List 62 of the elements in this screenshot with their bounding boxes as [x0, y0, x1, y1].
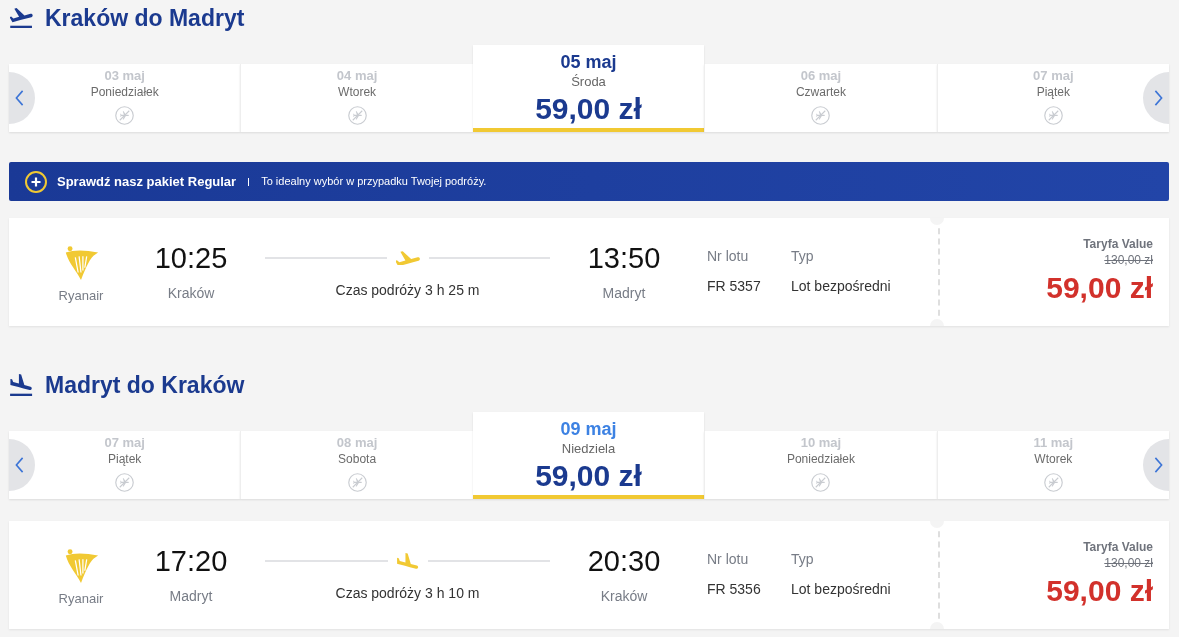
plane-takeoff-icon [395, 251, 420, 265]
crossed-plane-icon [347, 473, 367, 492]
fare-name: Taryfa Value [1083, 236, 1153, 252]
arrival-city: Madryt [602, 284, 646, 303]
crossed-plane-icon [115, 106, 135, 125]
plane-landing-icon [10, 374, 33, 396]
date-tab[interactable]: 03 maj Poniedziałek [9, 64, 241, 132]
airline-name: Ryanair [58, 590, 104, 608]
chevron-left-icon [15, 90, 24, 106]
flight-card[interactable]: Ryanair 10:25 Kraków Czas podróży 3 h 25 m 13:50 Madryt Nr lotu FR 5357 Typ Lot bezpośredni Taryfa Value 130,00 zł 59,00 zł [9, 218, 1169, 326]
route-title: Madryt do Kraków [45, 370, 245, 400]
flight-card[interactable]: Ryanair 17:20 Madryt Czas podróży 3 h 10 m 20:30 Kraków Nr lotu FR 5356 Typ Lot bezpośredni Taryfa Value 130,00 zł 59,00 zł [9, 521, 1169, 629]
fare-price: 59,00 zł [1046, 270, 1153, 306]
banner-text: To idealny wybór w przypadku Twojej podróży. [261, 174, 487, 190]
route-title: Kraków do Madryt [45, 3, 245, 33]
arrival-city: Kraków [600, 587, 648, 606]
date-tab[interactable]: 09 maj Niedziela 59,00 zł [472, 412, 705, 499]
departure-time: 17:20 [154, 545, 228, 577]
crossed-plane-icon [1043, 473, 1063, 492]
flight-type-label: Typ [791, 247, 814, 266]
ticket-notch [930, 319, 944, 326]
flight-duration: Czas podróży 3 h 10 m [335, 584, 480, 603]
date-tab[interactable]: 06 maj Czwartek [704, 64, 937, 132]
departure-time: 10:25 [154, 242, 228, 274]
flight-type: Lot bezpośredni [791, 580, 891, 599]
flight-number-label: Nr lotu [707, 550, 749, 569]
date-tab[interactable]: 04 maj Wtorek [240, 64, 473, 132]
promo-banner[interactable]: Sprawdź nasz pakiet Regular To idealny wybór w przypadku Twojej podróży. [9, 162, 1169, 201]
departure-city: Kraków [167, 284, 215, 303]
crossed-plane-icon [347, 106, 367, 125]
ticket-notch [930, 622, 944, 629]
date-tab[interactable]: 10 maj Poniedziałek [704, 431, 937, 499]
plus-circle-icon [25, 170, 47, 193]
fare-price: 59,00 zł [1046, 573, 1153, 609]
old-price: 130,00 zł [1104, 252, 1153, 268]
flight-type: Lot bezpośredni [791, 277, 891, 296]
plane-landing-icon [396, 553, 419, 569]
date-tab[interactable]: 11 maj Wtorek [936, 431, 1170, 499]
crossed-plane-icon [1043, 106, 1063, 125]
chevron-left-icon [15, 457, 24, 473]
flight-duration: Czas podróży 3 h 25 m [335, 281, 480, 300]
date-tab[interactable]: 05 maj Środa 59,00 zł [472, 45, 705, 132]
plane-takeoff-icon [10, 8, 33, 28]
crossed-plane-icon [811, 106, 831, 125]
flight-type-label: Typ [791, 550, 814, 569]
arrival-time: 13:50 [587, 242, 661, 274]
chevron-right-icon [1154, 90, 1163, 106]
chevron-right-icon [1154, 457, 1163, 473]
date-tab[interactable]: 08 maj Sobota [240, 431, 473, 499]
flight-number: FR 5357 [707, 277, 761, 296]
old-price: 130,00 zł [1104, 555, 1153, 571]
crossed-plane-icon [811, 473, 831, 492]
crossed-plane-icon [115, 473, 135, 492]
date-tab[interactable]: 07 maj Piątek [936, 64, 1170, 132]
departure-city: Madryt [169, 587, 213, 606]
fare-name: Taryfa Value [1083, 539, 1153, 555]
airline-name: Ryanair [58, 287, 104, 305]
date-tab[interactable]: 07 maj Piątek [9, 431, 241, 499]
banner-title: Sprawdź nasz pakiet Regular [57, 172, 237, 191]
flight-number: FR 5356 [707, 580, 761, 599]
flight-number-label: Nr lotu [707, 247, 749, 266]
arrival-time: 20:30 [587, 545, 661, 577]
